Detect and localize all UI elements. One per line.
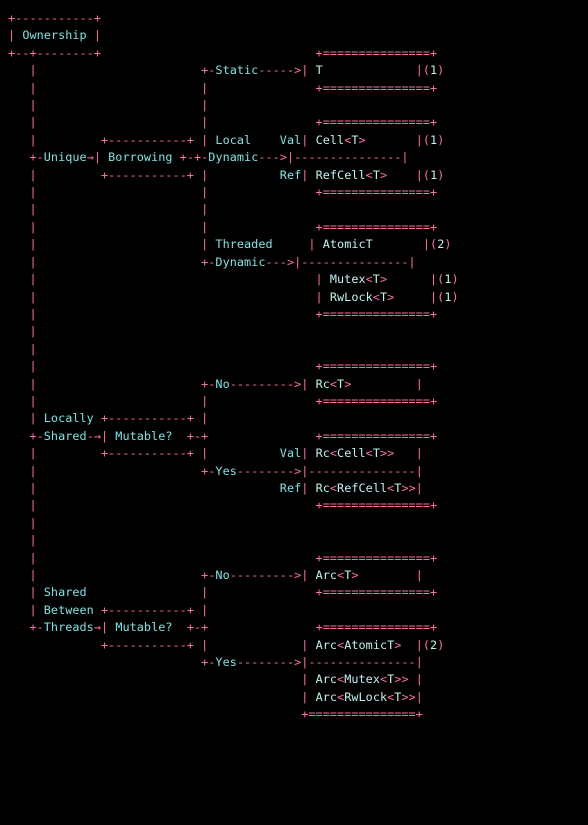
ownership-tree-diagram: +-----------+ | Ownership | +--+--------… bbox=[0, 0, 588, 724]
